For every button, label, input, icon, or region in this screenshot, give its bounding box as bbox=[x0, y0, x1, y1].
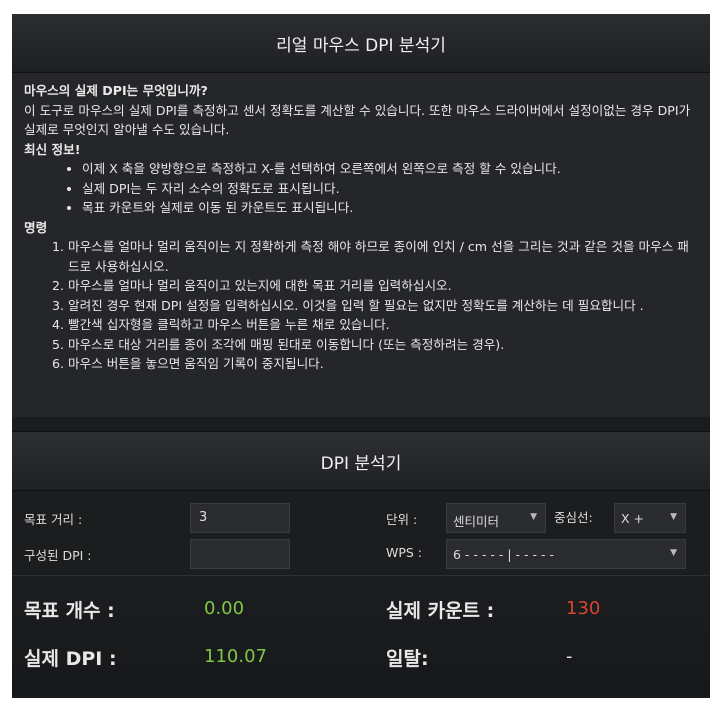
latest-heading: 최신 정보! bbox=[24, 141, 81, 157]
chevron-down-icon: ▼ bbox=[670, 548, 677, 558]
wps-select-value: 6 - - - - - | - - - - - bbox=[453, 547, 554, 562]
wps-select[interactable]: 6 - - - - - | - - - - - ▼ bbox=[446, 539, 686, 569]
unit-select-value: 센티미터 bbox=[453, 514, 500, 529]
actual-dpi-label: 실제 DPI : bbox=[24, 648, 117, 670]
actual-count-label: 실제 카운트 : bbox=[386, 600, 495, 622]
wps-label: WPS : bbox=[386, 545, 423, 560]
list-item: 마우스 버튼을 놓으면 움직임 기록이 중지됩니다. bbox=[68, 354, 698, 374]
axis-select-value: X + bbox=[621, 511, 645, 526]
list-item: 이제 X 축을 양방향으로 측정하고 X-를 선택하여 오른쪽에서 왼쪽으로 측… bbox=[82, 159, 698, 179]
info-panel: 마우스의 실제 DPI는 무엇입니까? 이 도구로 마우스의 실제 DPI를 측… bbox=[12, 73, 710, 417]
configured-dpi-label: 구성된 DPI : bbox=[24, 548, 92, 563]
latest-list: 이제 X 축을 양방향으로 측정하고 X-를 선택하여 오른쪽에서 왼쪽으로 측… bbox=[24, 159, 698, 218]
chevron-down-icon: ▼ bbox=[530, 512, 537, 522]
axis-select[interactable]: X + ▼ bbox=[614, 503, 686, 533]
target-distance-label: 목표 거리 : bbox=[24, 512, 83, 527]
deviation-value: - bbox=[566, 646, 573, 667]
commands-heading: 명령 bbox=[24, 219, 48, 235]
target-count-label: 목표 개수 : bbox=[24, 600, 115, 622]
actual-count-value: 130 bbox=[566, 598, 601, 619]
list-item: 마우스를 얼마나 멀리 움직이는 지 정확하게 측정 해야 하므로 종이에 인치… bbox=[68, 237, 698, 276]
results-panel: 목표 개수 : 0.00 실제 카운트 : 130 실제 DPI : 110.0… bbox=[12, 576, 710, 696]
list-item: 마우스를 얼마나 멀리 움직이고 있는지에 대한 목표 거리를 입력하십시오. bbox=[68, 276, 698, 296]
page-title: 리얼 마우스 DPI 분석기 bbox=[12, 14, 710, 73]
unit-select[interactable]: 센티미터 ▼ bbox=[446, 503, 546, 533]
list-item: 실제 DPI는 두 자리 소수의 정확도로 표시됩니다. bbox=[82, 179, 698, 199]
actual-dpi-value: 110.07 bbox=[204, 646, 267, 667]
analyzer-title: DPI 분석기 bbox=[12, 431, 710, 491]
deviation-label: 일탈: bbox=[386, 648, 429, 670]
spacer bbox=[12, 417, 710, 431]
axis-label: 중심선: bbox=[554, 510, 593, 525]
app-frame: 리얼 마우스 DPI 분석기 마우스의 실제 DPI는 무엇입니까? 이 도구로… bbox=[12, 14, 710, 698]
info-intro: 이 도구로 마우스의 실제 DPI를 측정하고 센서 정확도를 계산할 수 있습… bbox=[24, 102, 691, 138]
list-item: 마우스로 대상 거리를 종이 조각에 매핑 된대로 이동합니다 (또는 측정하려… bbox=[68, 335, 698, 355]
target-distance-input[interactable]: 3 bbox=[190, 503, 290, 533]
info-question: 마우스의 실제 DPI는 무엇입니까? bbox=[24, 83, 208, 98]
list-item: 빨간색 십자형을 클릭하고 마우스 버튼을 누른 채로 있습니다. bbox=[68, 315, 698, 335]
list-item: 알려진 경우 현재 DPI 설정을 입력하십시오. 이것을 입력 할 필요는 없… bbox=[68, 296, 698, 316]
commands-list: 마우스를 얼마나 멀리 움직이는 지 정확하게 측정 해야 하므로 종이에 인치… bbox=[24, 237, 698, 374]
chevron-down-icon: ▼ bbox=[670, 512, 677, 522]
configured-dpi-input[interactable] bbox=[190, 539, 290, 569]
analyzer-form: 목표 거리 : 3 구성된 DPI : 단위 : 센티미터 ▼ 중심선: X +… bbox=[12, 491, 710, 576]
list-item: 목표 카운트와 실제로 이동 된 카운트도 표시됩니다. bbox=[82, 198, 698, 218]
target-count-value: 0.00 bbox=[204, 598, 245, 619]
unit-label: 단위 : bbox=[386, 512, 418, 527]
